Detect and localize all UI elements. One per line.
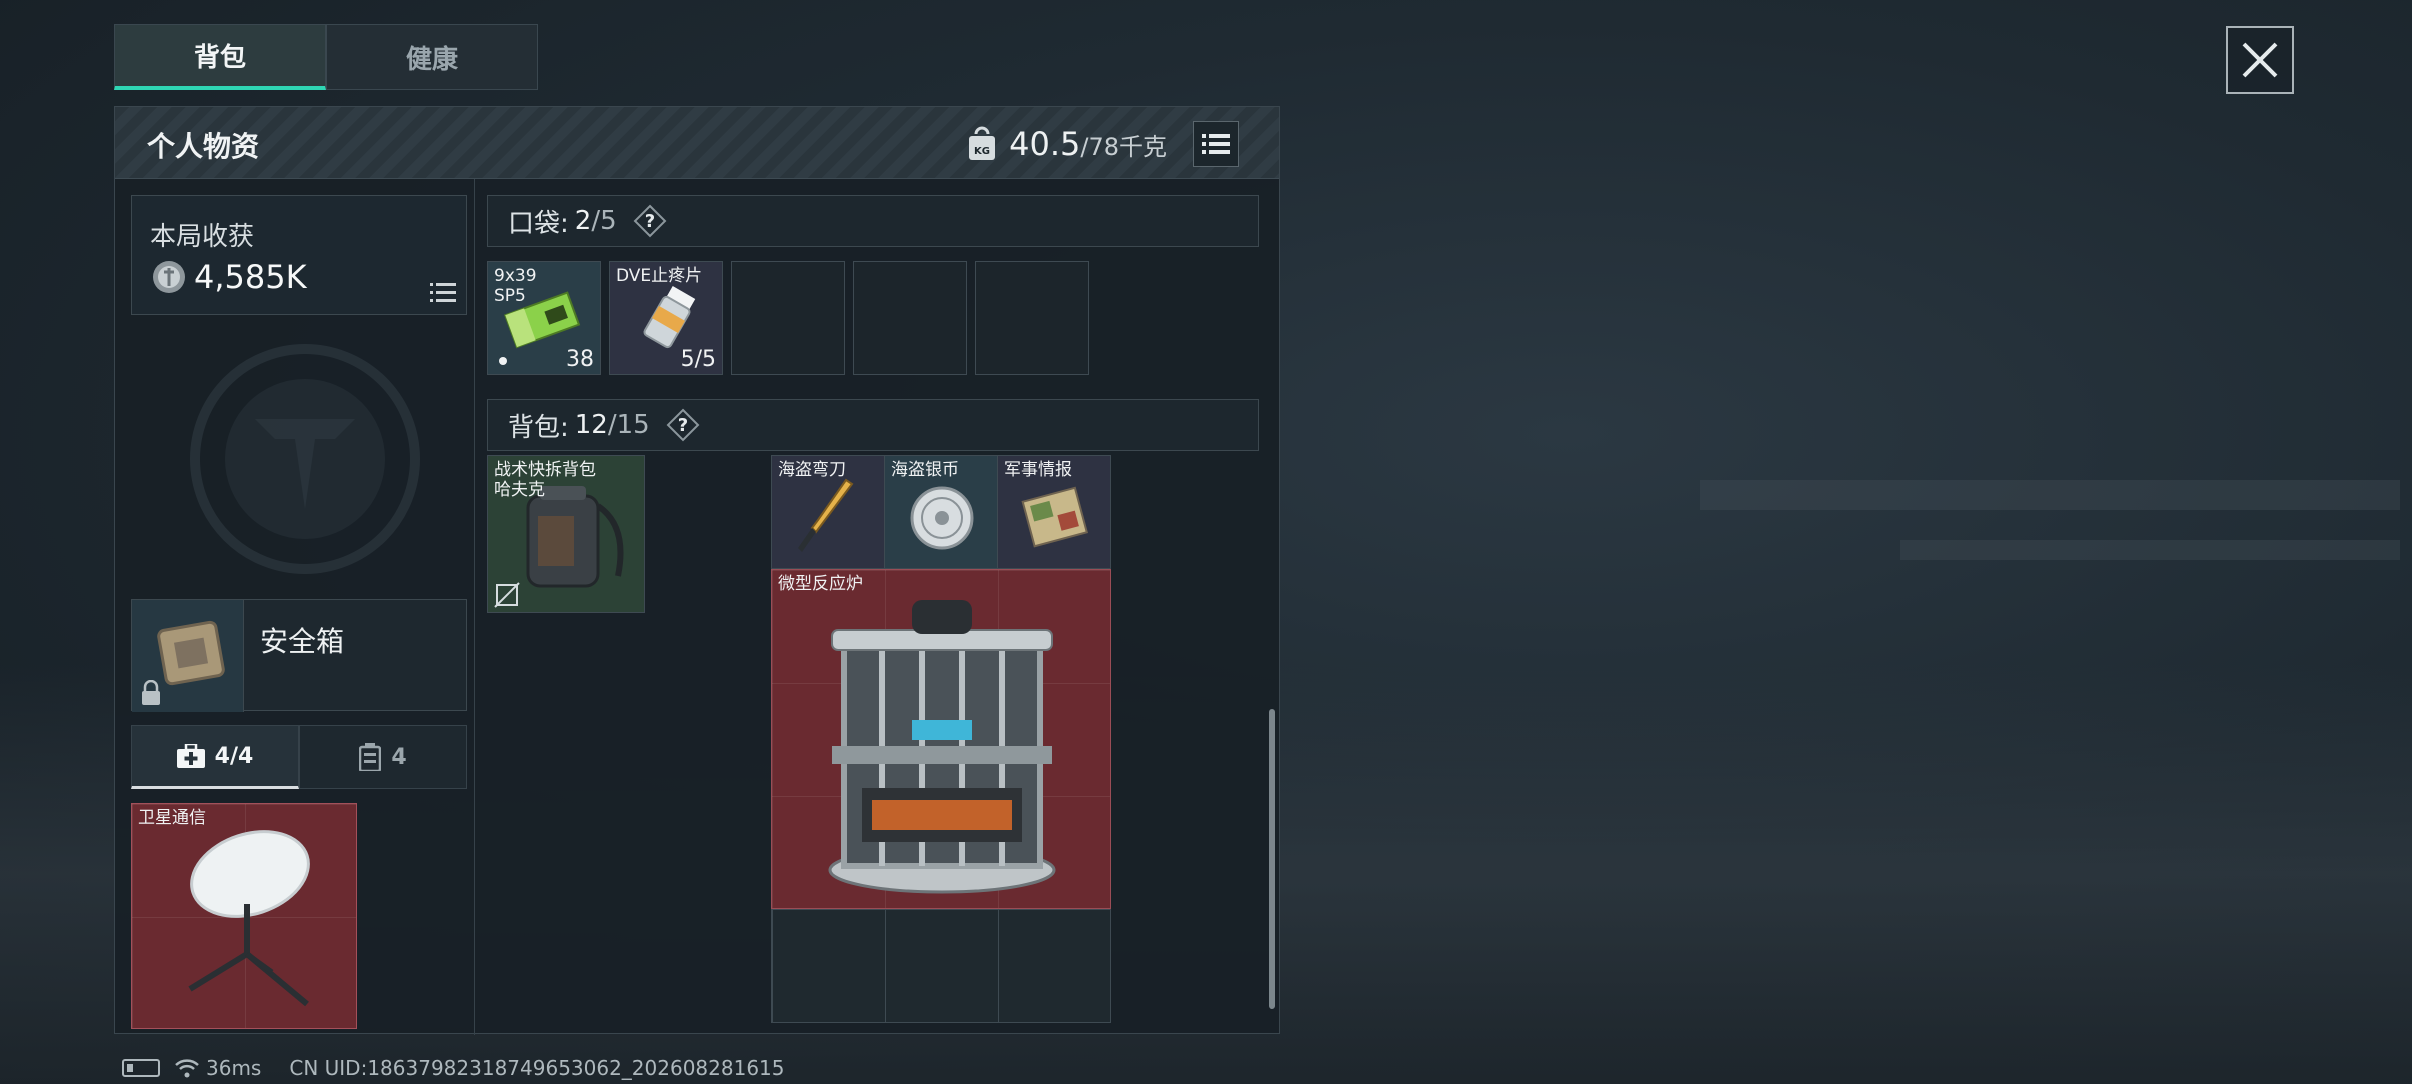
help-icon[interactable]: ? <box>666 408 700 442</box>
tab-medical-label: 4/4 <box>214 743 254 769</box>
svg-text:?: ? <box>644 211 654 232</box>
sort-list-button[interactable] <box>1193 121 1239 167</box>
svg-text:?: ? <box>677 415 687 436</box>
help-icon[interactable]: ? <box>633 204 667 238</box>
tab-canister-label: 4 <box>391 744 407 770</box>
wifi-icon <box>175 1059 199 1078</box>
backpack-count-current: 12 <box>574 410 608 440</box>
item-name: 战术快拆背包 哈夫克 <box>494 460 596 500</box>
haul-value: 4,585K <box>194 258 307 296</box>
weight-display: KG 40.5/78千克 <box>967 121 1239 167</box>
container-tabs: 4/4 4 <box>131 725 467 789</box>
item-slot-satellite[interactable]: 卫星通信 <box>131 803 357 1029</box>
uid-text: CN UID:18637982318749653062_202608281615 <box>289 1056 785 1080</box>
tab-health[interactable]: 健康 <box>326 24 538 90</box>
weight-current: 40.5 <box>1009 125 1081 163</box>
backpack-label: 背包: <box>508 412 569 443</box>
coin-icon <box>153 261 185 293</box>
item-name: DVE止疼片 <box>616 266 703 286</box>
item-slot-micro-reactor[interactable]: 微型反应炉 <box>771 569 1111 909</box>
item-slot-pirate-machete[interactable]: 海盗弯刀 <box>771 455 885 569</box>
item-name: 微型反应炉 <box>778 574 863 594</box>
haul-label: 本局收获 <box>150 222 255 252</box>
close-icon <box>2242 42 2278 78</box>
list-icon <box>430 283 456 302</box>
pocket-label: 口袋: <box>508 208 569 239</box>
inventory-panel: 个人物资 KG 40.5/78千克 本局收获 4,585K 安全箱 4/4 4 … <box>114 106 1281 1035</box>
backpack-header: 背包: 12/15 ? <box>487 399 1259 451</box>
panel-header: 个人物资 KG 40.5/78千克 <box>115 107 1279 179</box>
medkit-icon <box>176 744 205 768</box>
item-slot-military-intel[interactable]: 军事情报 <box>997 455 1111 569</box>
tab-canister[interactable]: 4 <box>299 725 467 789</box>
empty-slot[interactable] <box>731 261 845 375</box>
pocket-header: 口袋: 2/5 ? <box>487 195 1259 247</box>
safe-box-image <box>132 600 244 712</box>
faction-emblem-icon <box>190 344 420 574</box>
canister-icon <box>359 743 382 771</box>
tab-backpack[interactable]: 背包 <box>114 24 326 90</box>
reactor-icon <box>828 600 1056 894</box>
empty-slot[interactable] <box>853 261 967 375</box>
item-slot-ammo[interactable]: 9x39 SP5 38 <box>487 261 601 375</box>
battery-icon <box>122 1059 160 1077</box>
status-bar: 36ms CN UID:18637982318749653062_2026082… <box>122 1056 785 1080</box>
list-icon <box>1202 134 1230 154</box>
background-shelf <box>1900 540 2400 560</box>
empty-slot[interactable] <box>975 261 1089 375</box>
item-qty: 38 <box>566 347 594 372</box>
weight-kg-text: KG <box>974 146 990 157</box>
right-column: 口袋: 2/5 ? 9x39 SP5 38 DVE止疼片 5/5 背包: 12/… <box>475 179 1281 1035</box>
close-button[interactable] <box>2226 26 2294 94</box>
item-qty: 5/5 <box>680 347 716 372</box>
equipped-backpack-slot[interactable]: 战术快拆背包 哈夫克 <box>487 455 645 613</box>
safe-box-slot[interactable]: 安全箱 <box>131 599 467 712</box>
backpack-count-max: /15 <box>607 410 650 440</box>
lock-icon <box>142 680 160 705</box>
satellite-dish-icon <box>188 830 310 1007</box>
backpack-empty-grid[interactable] <box>771 909 1111 1023</box>
item-name: 军事情报 <box>1004 460 1072 480</box>
main-tabs: 背包 健康 <box>114 24 538 90</box>
dot-icon <box>499 357 507 365</box>
item-name: 9x39 SP5 <box>494 266 537 306</box>
tab-medical[interactable]: 4/4 <box>131 725 299 789</box>
weight-max: /78千克 <box>1080 132 1167 161</box>
item-slot-painkiller[interactable]: DVE止疼片 5/5 <box>609 261 723 375</box>
pocket-count-current: 2 <box>574 206 592 236</box>
backpack-count: 12/15 <box>575 410 650 440</box>
unequip-icon[interactable] <box>494 582 520 608</box>
panel-title: 个人物资 <box>147 130 260 163</box>
left-column: 本局收获 4,585K 安全箱 4/4 4 卫星通信 <box>115 179 475 1035</box>
item-slot-pirate-coin[interactable]: 海盗银币 <box>884 455 998 569</box>
haul-summary[interactable]: 本局收获 4,585K <box>131 195 467 315</box>
item-name: 海盗弯刀 <box>778 460 846 480</box>
pocket-count: 2/5 <box>575 206 617 236</box>
background-shelf <box>1700 480 2400 510</box>
pocket-count-max: /5 <box>591 206 617 236</box>
scrollbar[interactable] <box>1269 709 1275 1009</box>
ping-value: 36ms <box>206 1056 262 1080</box>
weight-kg-icon: KG <box>969 126 996 160</box>
safe-box-label: 安全箱 <box>260 625 345 658</box>
item-name: 海盗银币 <box>891 460 959 480</box>
item-name: 卫星通信 <box>138 808 206 828</box>
